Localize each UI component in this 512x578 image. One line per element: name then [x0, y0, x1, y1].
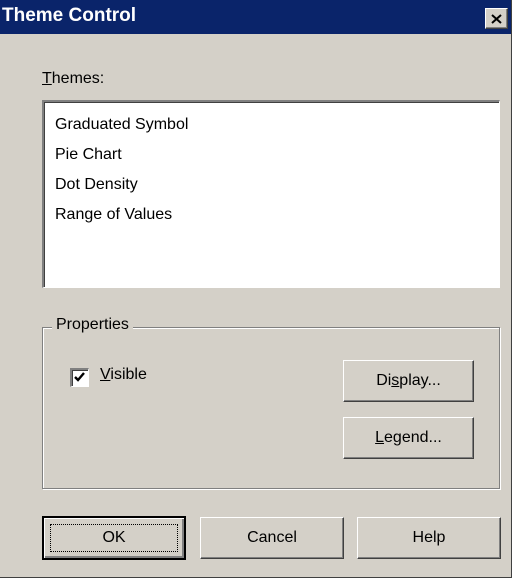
visible-label-mnemonic: V [100, 366, 111, 383]
legend-button-mnemonic: L [375, 429, 385, 446]
close-button[interactable] [485, 8, 508, 29]
help-button-label: Help [412, 529, 446, 546]
checkmark-icon [74, 372, 85, 382]
visible-checkbox-label[interactable]: Visible [100, 366, 147, 384]
ok-button[interactable]: OK [42, 516, 186, 560]
themes-label-mnemonic: T [42, 70, 52, 87]
list-item-graduated-symbol[interactable]: Graduated Symbol [55, 115, 188, 135]
visible-label-rest: isible [110, 366, 147, 383]
display-button-mnemonic: s [391, 372, 400, 389]
cancel-button-label: Cancel [247, 529, 297, 546]
visible-checkbox[interactable] [70, 368, 89, 387]
themes-listbox[interactable]: Graduated Symbol Pie Chart Dot Density R… [42, 100, 500, 288]
list-item-range-of-values[interactable]: Range of Values [55, 205, 172, 225]
themes-label-rest: hemes: [51, 70, 105, 87]
list-item-pie-chart[interactable]: Pie Chart [55, 145, 122, 165]
list-item-dot-density[interactable]: Dot Density [55, 175, 138, 195]
help-button[interactable]: Help [357, 517, 501, 559]
cancel-button[interactable]: Cancel [200, 517, 344, 559]
ok-button-label: OK [102, 529, 126, 546]
window-title: Theme Control [2, 5, 137, 26]
title-bar[interactable]: Theme Control [0, 0, 511, 34]
themes-label: Themes: [42, 70, 104, 88]
close-icon [491, 13, 502, 24]
display-button-post: play... [399, 372, 441, 389]
theme-control-dialog: Theme Control Themes: Graduated Symbol P… [0, 0, 512, 578]
display-button[interactable]: Di s play... [343, 360, 474, 402]
properties-group-label: Properties [52, 316, 133, 334]
legend-button-post: egend... [384, 429, 442, 446]
display-button-pre: Di [376, 372, 392, 389]
legend-button[interactable]: Legend... [343, 417, 474, 459]
properties-groupbox [42, 327, 500, 489]
